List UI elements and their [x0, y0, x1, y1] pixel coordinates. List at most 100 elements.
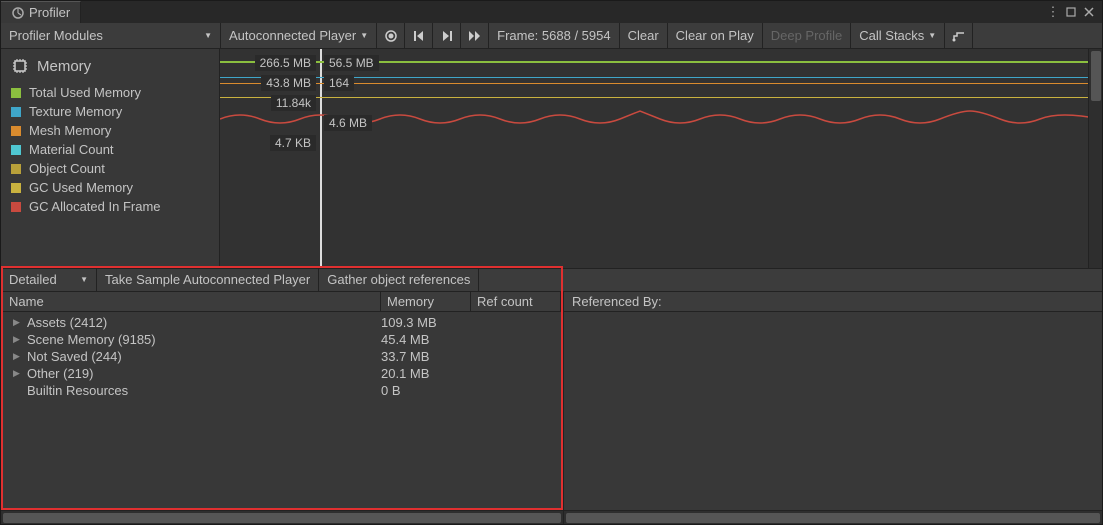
tab-title: Profiler: [29, 5, 70, 20]
chevron-down-icon: ▼: [360, 31, 368, 40]
scrollbar-thumb[interactable]: [566, 513, 1100, 523]
legend-swatch: [11, 88, 21, 98]
expand-arrow-icon[interactable]: ▶: [13, 334, 23, 345]
legend-label: Mesh Memory: [29, 123, 111, 138]
legend-label: Object Count: [29, 161, 105, 176]
table-body: ▶ Assets (2412) 109.3 MB ▶ Scene Memory (918…: [3, 312, 561, 401]
chart-labels-left: 266.5 MB 43.8 MB 11.84k 4.7 KB: [228, 55, 316, 151]
legend-label: Material Count: [29, 142, 114, 157]
tab-bar: Profiler ⋮: [1, 1, 1102, 23]
record-button[interactable]: [377, 23, 405, 48]
legend-item[interactable]: Mesh Memory: [11, 121, 209, 140]
legend-label: Texture Memory: [29, 104, 122, 119]
expand-arrow-icon[interactable]: ▶: [13, 351, 23, 362]
legend-item[interactable]: Material Count: [11, 140, 209, 159]
chevron-down-icon: ▼: [928, 31, 936, 40]
scrollbar-thumb[interactable]: [1091, 51, 1101, 101]
expand-arrow-icon[interactable]: ▶: [13, 317, 23, 328]
chart-value-label: 43.8 MB: [261, 75, 316, 91]
referenced-by-panel: Referenced By:: [563, 292, 1102, 511]
legend-item[interactable]: Total Used Memory: [11, 83, 209, 102]
table-row[interactable]: ▶ Other (219) 20.1 MB: [3, 365, 561, 382]
legend-item[interactable]: Texture Memory: [11, 102, 209, 121]
referenced-by-header: Referenced By:: [564, 292, 1102, 312]
legend-label: Total Used Memory: [29, 85, 141, 100]
row-name: Scene Memory (9185): [27, 332, 156, 347]
context-menu-button[interactable]: [945, 23, 973, 48]
modules-label: Profiler Modules: [9, 28, 103, 43]
legend-item[interactable]: GC Allocated In Frame: [11, 197, 209, 216]
chart-value-label: 266.5 MB: [255, 55, 316, 71]
horizontal-scrollbar[interactable]: [1, 510, 1102, 524]
legend-item[interactable]: GC Used Memory: [11, 178, 209, 197]
next-frame-button[interactable]: [433, 23, 461, 48]
row-memory: 33.7 MB: [381, 349, 471, 364]
row-refcount: [471, 349, 561, 364]
window-maximize-icon[interactable]: [1064, 5, 1078, 19]
row-refcount: [471, 366, 561, 381]
row-memory: 109.3 MB: [381, 315, 471, 330]
target-label: Autoconnected Player: [229, 28, 356, 43]
chart-value-label: 11.84k: [271, 95, 316, 111]
table-header: Name Memory Ref count: [3, 292, 561, 312]
row-name: Assets (2412): [27, 315, 107, 330]
row-name: Not Saved (244): [27, 349, 122, 364]
window-close-icon[interactable]: [1082, 5, 1096, 19]
module-sidebar: Memory Total Used Memory Texture Memory Me…: [1, 49, 220, 268]
clear-on-play-button[interactable]: Clear on Play: [668, 23, 763, 48]
chevron-down-icon: ▼: [204, 31, 212, 40]
legend-swatch: [11, 107, 21, 117]
legend-label: GC Allocated In Frame: [29, 199, 161, 214]
chart-value-label: 4.7 KB: [270, 135, 316, 151]
table-row[interactable]: ▶ Assets (2412) 109.3 MB: [3, 314, 561, 331]
chart-value-label: 4.6 MB: [324, 115, 372, 131]
row-memory: 0 B: [381, 383, 471, 398]
clear-button[interactable]: Clear: [620, 23, 668, 48]
row-refcount: [471, 315, 561, 330]
chart-area[interactable]: 266.5 MB 43.8 MB 11.84k 4.7 KB 56.5 MB 164 4.…: [220, 49, 1102, 268]
chart-labels-right: 56.5 MB 164 4.6 MB: [324, 55, 379, 151]
current-frame-button[interactable]: [461, 23, 489, 48]
legend-swatch: [11, 202, 21, 212]
legend-label: GC Used Memory: [29, 180, 133, 195]
vertical-scrollbar[interactable]: [1088, 49, 1102, 268]
table-row[interactable]: ▶ Scene Memory (9185) 45.4 MB: [3, 331, 561, 348]
memory-tree-panel: Name Memory Ref count ▶ Assets (2412) 109.…: [1, 266, 563, 511]
legend-item[interactable]: Object Count: [11, 159, 209, 178]
column-name[interactable]: Name: [3, 292, 381, 311]
column-memory[interactable]: Memory: [381, 292, 471, 311]
row-refcount: [471, 383, 561, 398]
playhead-line: [320, 49, 322, 268]
frame-indicator[interactable]: Frame: 5688 / 5954: [489, 23, 619, 48]
window-menu-icon[interactable]: ⋮: [1046, 5, 1060, 19]
row-name: Builtin Resources: [27, 383, 128, 398]
row-name: Other (219): [27, 366, 93, 381]
legend: Total Used Memory Texture Memory Mesh Memo…: [1, 83, 219, 226]
profiler-modules-dropdown[interactable]: Profiler Modules ▼: [1, 23, 221, 48]
column-refcount[interactable]: Ref count: [471, 292, 561, 311]
target-dropdown[interactable]: Autoconnected Player ▼: [221, 23, 377, 48]
expand-arrow-icon[interactable]: ▶: [13, 368, 23, 379]
profiler-icon: [11, 6, 25, 20]
row-refcount: [471, 332, 561, 347]
module-header[interactable]: Memory: [1, 49, 219, 83]
module-title: Memory: [37, 58, 91, 75]
deep-profile-button[interactable]: Deep Profile: [763, 23, 852, 48]
table-row[interactable]: ▶ Not Saved (244) 33.7 MB: [3, 348, 561, 365]
legend-swatch: [11, 183, 21, 193]
scrollbar-thumb[interactable]: [3, 513, 561, 523]
row-memory: 20.1 MB: [381, 366, 471, 381]
chart-value-label: 164: [324, 75, 354, 91]
table-row[interactable]: ▶Builtin Resources0 B: [3, 382, 561, 399]
window-controls: ⋮: [1040, 5, 1102, 19]
row-memory: 45.4 MB: [381, 332, 471, 347]
legend-swatch: [11, 145, 21, 155]
legend-swatch: [11, 126, 21, 136]
tab-profiler[interactable]: Profiler: [1, 1, 81, 23]
prev-frame-button[interactable]: [405, 23, 433, 48]
legend-swatch: [11, 164, 21, 174]
chart-value-label: 56.5 MB: [324, 55, 379, 71]
call-stacks-dropdown[interactable]: Call Stacks ▼: [851, 23, 945, 48]
toolbar: Profiler Modules ▼ Autoconnected Player …: [1, 23, 1102, 49]
memory-chip-icon: [11, 57, 29, 75]
